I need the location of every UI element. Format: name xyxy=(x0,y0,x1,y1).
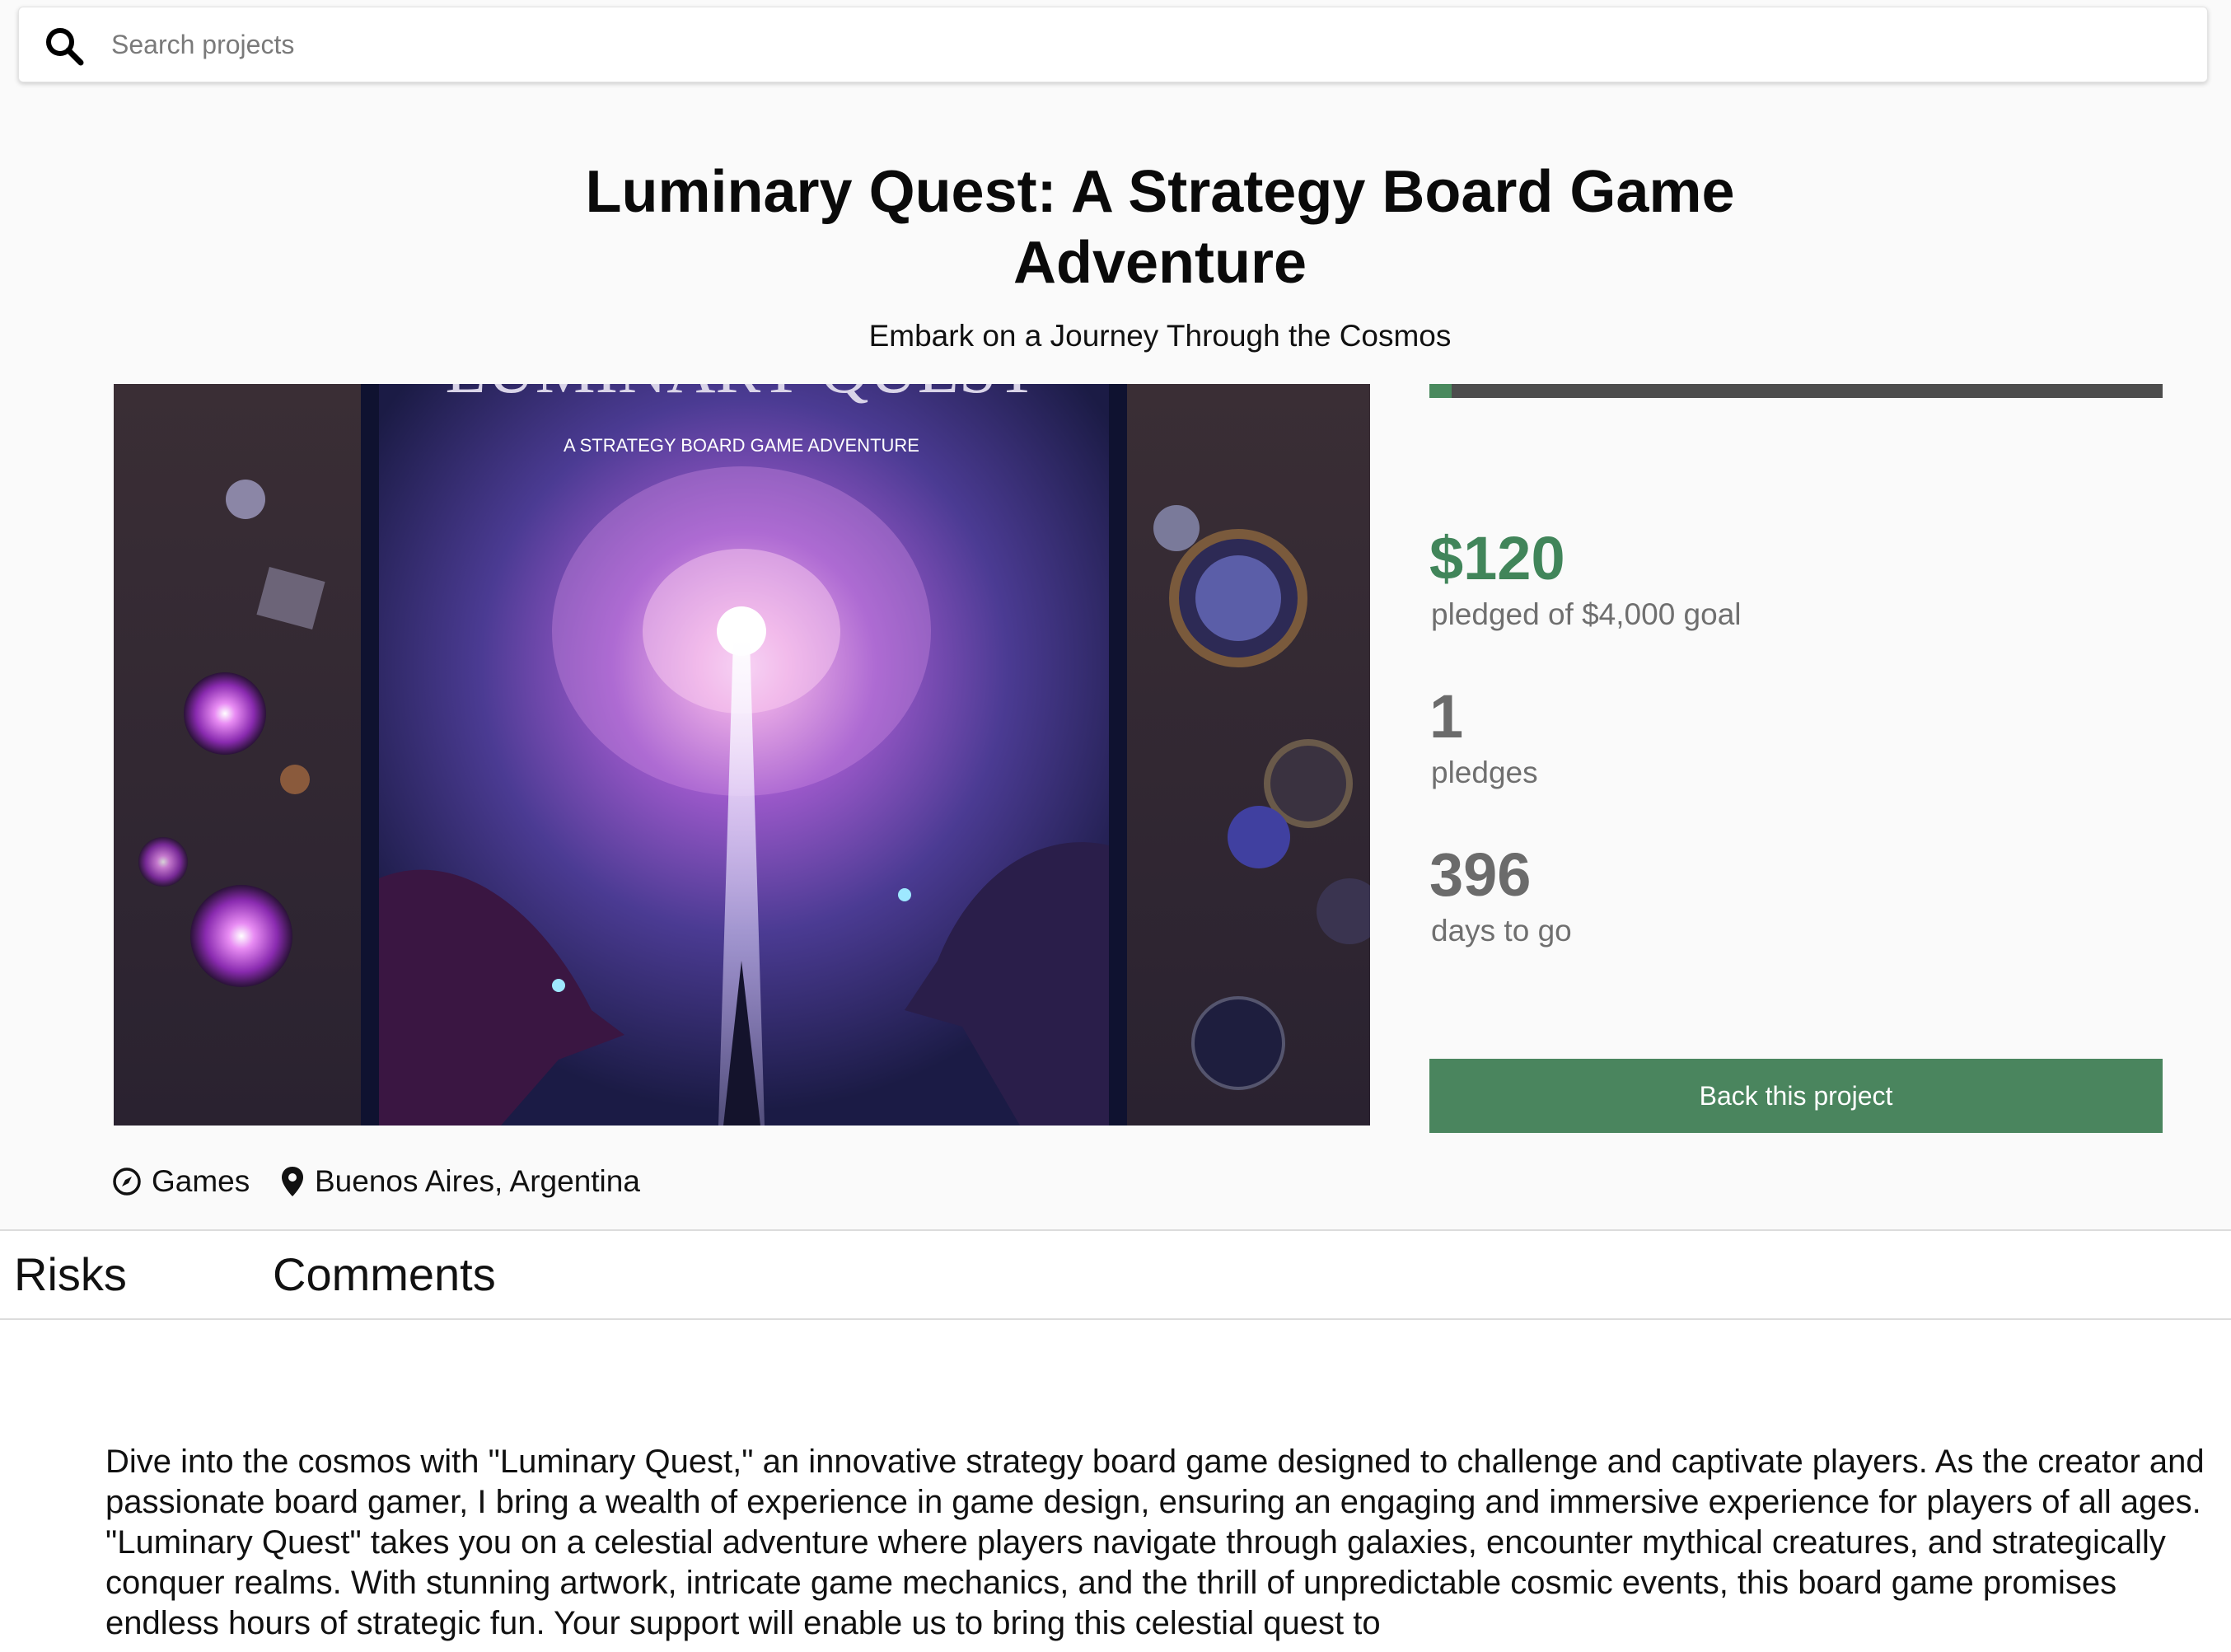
pledged-amount: $120 xyxy=(1429,524,1565,592)
project-category[interactable]: Games xyxy=(112,1158,250,1205)
days-label: days to go xyxy=(1431,914,1572,948)
pledges-label: pledges xyxy=(1431,756,1538,789)
compass-icon xyxy=(113,1168,141,1196)
days-remaining: 396 xyxy=(1429,840,1532,909)
search-input[interactable] xyxy=(111,19,2171,70)
tab-risks[interactable]: Risks xyxy=(14,1247,127,1302)
page-subtitle: Embark on a Journey Through the Cosmos xyxy=(868,319,1452,353)
category-label: Games xyxy=(152,1164,250,1198)
project-description: Dive into the cosmos with "Luminary Ques… xyxy=(105,1444,2205,1641)
tab-bar: Risks Comments xyxy=(0,1229,2231,1320)
project-image: LUMINARY QUEST A STRATEGY BOARD GAME ADV… xyxy=(114,384,1370,1126)
funding-progress-bar xyxy=(1429,384,2163,398)
cover-title: LUMINARY QUEST xyxy=(445,384,1037,407)
back-project-button[interactable]: Back this project xyxy=(1429,1059,2163,1133)
location-label: Buenos Aires, Argentina xyxy=(315,1164,640,1198)
page-title: Luminary Quest: A Strategy Board Game Ad… xyxy=(0,157,2231,298)
funding-progress-fill xyxy=(1429,384,1452,398)
tab-content: Dive into the cosmos with "Luminary Ques… xyxy=(0,1320,2231,1652)
project-location[interactable]: Buenos Aires, Argentina xyxy=(280,1158,640,1205)
pledged-label: pledged of $4,000 goal xyxy=(1431,597,1742,631)
page-title-line-2: Adventure xyxy=(1013,230,1307,296)
page-title-line-1: Luminary Quest: A Strategy Board Game xyxy=(585,159,1735,225)
tab-comments[interactable]: Comments xyxy=(273,1247,496,1302)
pledges-count: 1 xyxy=(1429,682,1464,751)
search-bar xyxy=(18,7,2208,82)
cover-subtitle: A STRATEGY BOARD GAME ADVENTURE xyxy=(564,435,919,456)
map-pin-icon xyxy=(282,1167,303,1196)
search-icon[interactable] xyxy=(44,26,85,67)
